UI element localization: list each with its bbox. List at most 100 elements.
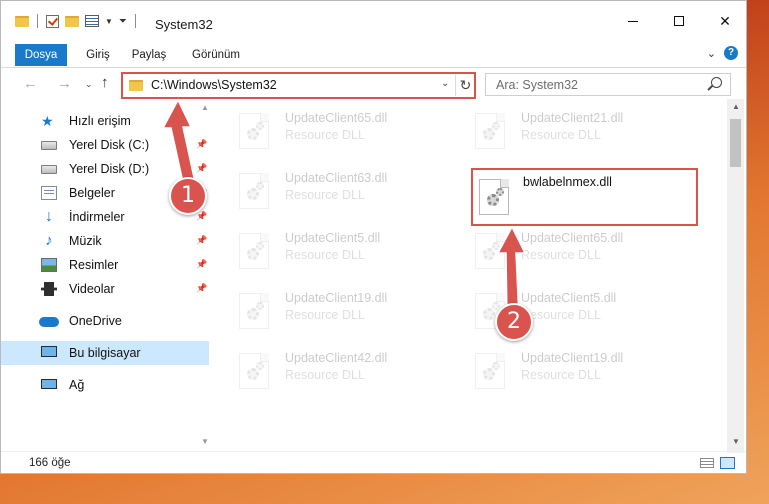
minimize-icon [628,20,638,22]
pin-icon[interactable]: 📌 [196,259,207,270]
search-icon[interactable] [711,77,722,88]
gear-icon [256,302,264,310]
file-item[interactable]: UpdateClient65.dll Resource DLL [457,221,687,277]
sidebar-item-onedrive[interactable]: OneDrive [1,309,209,333]
file-name: UpdateClient42.dll [285,351,388,365]
callout-badge-2: 2 [495,303,533,341]
tab-share[interactable]: Paylaş [124,45,174,65]
gear-icon [483,128,495,140]
sidebar-item-label: Ağ [69,378,85,392]
sidebar-item-this-pc[interactable]: Bu bilgisayar [1,341,209,365]
properties-check-icon[interactable] [46,14,59,28]
file-item[interactable]: UpdateClient42.dll Resource DLL [221,341,451,397]
file-item[interactable]: UpdateClient19.dll Resource DLL [221,281,451,337]
close-button[interactable]: ✕ [702,1,748,41]
recent-locations-icon[interactable]: ⌄ [85,79,93,90]
star-icon: ★ [41,113,54,129]
disk-icon [41,165,57,174]
file-type: Resource DLL [521,368,601,382]
tiles-view-icon[interactable] [720,457,735,469]
gear-icon [247,248,259,260]
file-item[interactable]: UpdateClient5.dll Resource DLL [457,281,687,337]
sidebar-item-pictures[interactable]: Resimler 📌 [1,253,209,277]
minimize-button[interactable] [610,1,656,41]
gear-icon [256,122,264,130]
gear-icon [256,242,264,250]
file-item[interactable]: UpdateClient5.dll Resource DLL [221,221,451,277]
sidebar-item-quick-access[interactable]: ★ Hızlı erişim [1,109,209,133]
videos-icon [41,282,57,296]
gear-icon [256,182,264,190]
scroll-up-icon[interactable]: ▲ [732,102,740,111]
cloud-icon [39,317,59,327]
ribbon-controls: ⌄ ? [707,46,738,60]
address-bar[interactable]: C:\Windows\System32 ⌄ ↻ [121,72,476,99]
pin-icon[interactable]: 📌 [196,139,207,150]
sidebar-item-videos[interactable]: Videolar 📌 [1,277,209,301]
file-item[interactable]: UpdateClient63.dll Resource DLL [221,161,451,217]
file-item[interactable]: UpdateClient21.dll Resource DLL [457,101,687,157]
pin-icon[interactable]: 📌 [196,283,207,294]
sidebar-item-network[interactable]: Ağ [1,373,209,397]
sidebar-item-label: İndirmeler [69,210,125,224]
dll-file-icon [239,233,269,269]
customize-toolbar-icon[interactable]: ⏷ [119,16,127,27]
sidebar-item-label: Bu bilgisayar [69,346,141,360]
file-type: Resource DLL [285,308,365,322]
forward-arrow-icon[interactable]: → [57,75,72,92]
window-title: System32 [155,17,213,32]
file-name: bwlabelnmex.dll [523,175,612,189]
close-icon: ✕ [719,12,731,29]
maximize-button[interactable] [656,1,702,41]
address-path[interactable]: C:\Windows\System32 [151,78,277,92]
scroll-down-icon[interactable]: ▼ [201,437,209,446]
dll-file-icon [475,113,505,149]
file-type: Resource DLL [285,248,365,262]
folder-icon[interactable] [15,15,29,27]
vertical-scrollbar[interactable]: ▲ ▼ [727,99,744,453]
search-input[interactable]: Ara: System32 [485,73,731,96]
up-arrow-icon[interactable]: ↑ [101,74,109,91]
details-view-icon[interactable] [700,458,714,468]
pin-icon[interactable]: 📌 [196,235,207,246]
help-icon[interactable]: ? [724,46,738,60]
refresh-icon[interactable]: ↻ [455,75,475,96]
sidebar-item-label: Videolar [69,282,115,296]
tab-view[interactable]: Görünüm [181,45,251,65]
properties-icon[interactable] [85,15,99,27]
dll-file-icon [239,173,269,209]
dll-file-icon [239,113,269,149]
tab-home[interactable]: Giriş [78,45,118,65]
pin-icon[interactable]: 📌 [196,163,207,174]
tab-file[interactable]: Dosya [15,44,67,66]
scroll-down-icon[interactable]: ▼ [732,437,740,446]
sidebar-item-label: Resimler [69,258,119,272]
gear-icon [492,122,500,130]
gear-icon [487,194,499,206]
expand-ribbon-icon[interactable]: ⌄ [707,47,716,60]
file-item[interactable]: UpdateClient19.dll Resource DLL [457,341,687,397]
status-bar: 166 öğe [1,451,746,473]
documents-icon [41,186,57,200]
sidebar-item-music[interactable]: ♪ Müzik 📌 [1,229,209,253]
network-icon [41,379,57,389]
sidebar-item-disk-d[interactable]: Yerel Disk (D:) 📌 [1,157,209,181]
gear-icon [247,308,259,320]
pictures-icon [41,258,57,272]
target-file-item[interactable]: bwlabelnmex.dll [471,168,698,226]
back-arrow-icon[interactable]: ← [23,75,38,92]
sidebar-item-disk-c[interactable]: Yerel Disk (C:) 📌 [1,133,209,157]
maximize-icon [674,16,684,26]
address-history-icon[interactable]: ⌄ [441,78,449,89]
file-name: UpdateClient63.dll [285,171,388,185]
pin-icon[interactable]: 📌 [196,211,207,222]
scrollbar-thumb[interactable] [730,119,741,167]
new-folder-icon[interactable] [65,15,79,27]
file-item[interactable]: UpdateClient65.dll Resource DLL [221,101,451,157]
file-type: Resource DLL [285,128,365,142]
sidebar-item-label: Yerel Disk (D:) [69,162,150,176]
gear-icon [496,188,504,196]
file-name: UpdateClient65.dll [521,231,624,245]
file-name: UpdateClient21.dll [521,111,624,125]
chevron-down-icon[interactable]: ▼ [105,17,113,26]
